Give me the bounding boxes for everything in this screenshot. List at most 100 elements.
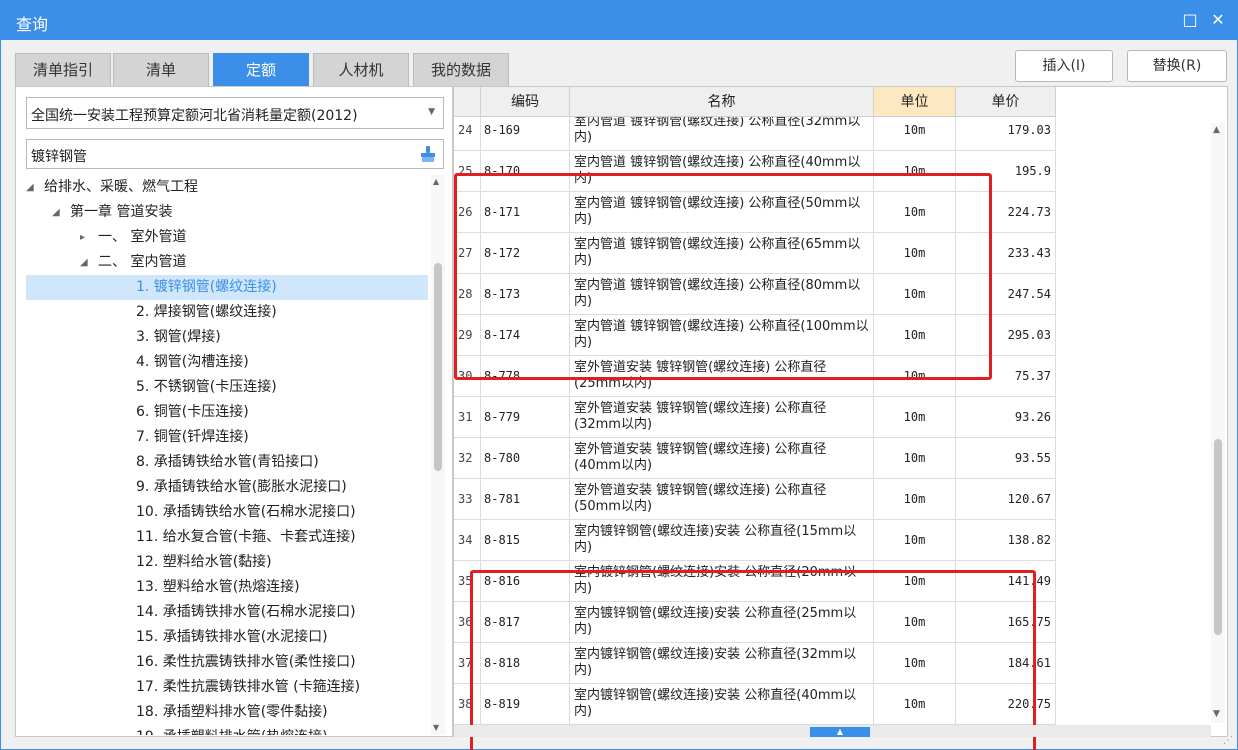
quota-code: 8-779	[481, 397, 570, 438]
window-title: 查询	[16, 15, 49, 34]
tree-item-label: 1. 镀锌钢管(螺纹连接)	[136, 279, 277, 295]
expand-arrow-icon[interactable]: ▸	[80, 225, 85, 250]
chevron-down-icon[interactable]: ▼	[428, 107, 435, 117]
tree-item[interactable]: 3. 钢管(焊接)	[26, 325, 428, 350]
tree-item[interactable]: ◢ 二、 室内管道	[26, 250, 428, 275]
quota-name: 室内管道 镀锌钢管(螺纹连接) 公称直径(32mm以内)	[570, 117, 874, 151]
quota-code: 8-815	[481, 520, 570, 561]
tree-item[interactable]: 16. 柔性抗震铸铁排水管(柔性接口)	[26, 650, 428, 675]
tree-item-label: 14. 承插铸铁排水管(石棉水泥接口)	[136, 604, 356, 620]
tab-quota[interactable]: 定额	[213, 53, 309, 87]
header-name[interactable]: 名称	[570, 87, 874, 117]
dialog-body: 清单指引 清单 定额 人材机 我的数据 插入(I) 替换(R) 全国统一安装工程…	[0, 40, 1238, 750]
tree-item-label: 13. 塑料给水管(热熔连接)	[136, 579, 300, 595]
quota-price: 93.55	[956, 438, 1056, 479]
resize-grip-icon[interactable]: ⋰	[1223, 735, 1233, 746]
filter-brush-icon[interactable]	[419, 145, 437, 163]
tab-my-data[interactable]: 我的数据	[413, 53, 509, 87]
tree-item-label: 5. 不锈钢管(卡压连接)	[136, 379, 277, 395]
quota-name: 室外管道安装 镀锌钢管(螺纹连接) 公称直径(40mm以内)	[570, 438, 874, 479]
quota-code: 8-169	[481, 117, 570, 151]
close-icon[interactable]: ✕	[1206, 8, 1230, 32]
row-index: 31	[454, 397, 481, 438]
tree-item[interactable]: 12. 塑料给水管(黏接)	[26, 550, 428, 575]
row-index: 33	[454, 479, 481, 520]
row-index: 24	[454, 117, 481, 151]
quota-name: 室外管道安装 镀锌钢管(螺纹连接) 公称直径(50mm以内)	[570, 479, 874, 520]
tree-item-label: 11. 给水复合管(卡箍、卡套式连接)	[136, 529, 356, 545]
table-row[interactable]: 31 8-779 室外管道安装 镀锌钢管(螺纹连接) 公称直径(32mm以内) 10m…	[454, 397, 1056, 438]
grid-scroll-thumb[interactable]	[1214, 439, 1222, 635]
tab-bill[interactable]: 清单	[113, 53, 209, 87]
collapse-arrow-icon[interactable]: ◢	[80, 250, 88, 275]
tree-item-label: 16. 柔性抗震铸铁排水管(柔性接口)	[136, 654, 356, 670]
tree-item[interactable]: 10. 承插铸铁给水管(石棉水泥接口)	[26, 500, 428, 525]
tree-item-label: 第一章 管道安装	[70, 204, 173, 220]
tree-item-label: 18. 承插塑料排水管(零件黏接)	[136, 704, 328, 720]
table-row[interactable]: 33 8-781 室外管道安装 镀锌钢管(螺纹连接) 公称直径(50mm以内) 10m…	[454, 479, 1056, 520]
quota-price: 93.26	[956, 397, 1056, 438]
tree-item[interactable]: 1. 镀锌钢管(螺纹连接)	[26, 275, 428, 300]
tree-item-label: 二、 室内管道	[98, 254, 187, 270]
tree-item[interactable]: ▸ 一、 室外管道	[26, 225, 428, 250]
expand-panel-icon[interactable]: ▲	[810, 727, 870, 737]
tree-item[interactable]: 6. 铜管(卡压连接)	[26, 400, 428, 425]
tree-item[interactable]: 7. 铜管(钎焊连接)	[26, 425, 428, 450]
tree-item[interactable]: 2. 焊接钢管(螺纹连接)	[26, 300, 428, 325]
tree-item-label: 4. 钢管(沟槽连接)	[136, 354, 249, 370]
tab-labor-material-machine[interactable]: 人材机	[313, 53, 409, 87]
scroll-up-icon[interactable]: ▲	[433, 177, 439, 186]
tree-item[interactable]: ◢ 给排水、采暖、燃气工程	[26, 175, 428, 200]
tree-item-label: 10. 承插铸铁给水管(石棉水泥接口)	[136, 504, 356, 520]
replace-button[interactable]: 替换(R)	[1127, 50, 1227, 82]
tree-scroll-thumb[interactable]	[434, 263, 442, 471]
tree-item[interactable]: 13. 塑料给水管(热熔连接)	[26, 575, 428, 600]
tree-item[interactable]: 8. 承插铸铁给水管(青铅接口)	[26, 450, 428, 475]
quota-code: 8-780	[481, 438, 570, 479]
search-value: 镀锌钢管	[31, 149, 87, 165]
quota-price: 179.03	[956, 117, 1056, 151]
search-input[interactable]: 镀锌钢管	[26, 139, 444, 169]
tree-item-label: 17. 柔性抗震铸铁排水管 (卡箍连接)	[136, 679, 361, 695]
quota-name: 室外管道安装 镀锌钢管(螺纹连接) 公称直径(32mm以内)	[570, 397, 874, 438]
quota-unit: 10m	[874, 438, 956, 479]
scroll-down-icon[interactable]: ▼	[433, 723, 439, 732]
table-row[interactable]: 34 8-815 室内镀锌钢管(螺纹连接)安装 公称直径(15mm以内) 10m 138…	[454, 520, 1056, 561]
grid-scrollbar[interactable]: ▲ ▼	[1211, 123, 1225, 723]
tree-item[interactable]: 9. 承插铸铁给水管(膨胀水泥接口)	[26, 475, 428, 500]
table-row[interactable]: 32 8-780 室外管道安装 镀锌钢管(螺纹连接) 公称直径(40mm以内) 10m…	[454, 438, 1056, 479]
tree-item[interactable]: 17. 柔性抗震铸铁排水管 (卡箍连接)	[26, 675, 428, 700]
quota-price: 120.67	[956, 479, 1056, 520]
tree-item[interactable]: 15. 承插铸铁排水管(水泥接口)	[26, 625, 428, 650]
tree-item-label: 一、 室外管道	[98, 229, 187, 245]
table-row[interactable]: 24 8-169 室内管道 镀锌钢管(螺纹连接) 公称直径(32mm以内) 10m 17…	[454, 117, 1056, 151]
grid-bottom-bar: ▲	[454, 725, 1211, 737]
tree-scrollbar[interactable]: ▲ ▼	[431, 175, 445, 735]
collapse-arrow-icon[interactable]: ◢	[52, 200, 60, 225]
quota-unit: 10m	[874, 117, 956, 151]
header-unit[interactable]: 单位	[874, 87, 956, 117]
tree-item[interactable]: 19. 承插塑料排水管(热熔连接)	[26, 725, 428, 735]
tab-bill-guide[interactable]: 清单指引	[15, 53, 111, 87]
restore-icon[interactable]: □	[1178, 8, 1202, 32]
header-price[interactable]: 单价	[956, 87, 1056, 117]
tree-item[interactable]: 14. 承插铸铁排水管(石棉水泥接口)	[26, 600, 428, 625]
header-code[interactable]: 编码	[481, 87, 570, 117]
tree-item-label: 19. 承插塑料排水管(热熔连接)	[136, 725, 328, 735]
tree-item[interactable]: 5. 不锈钢管(卡压连接)	[26, 375, 428, 400]
quota-unit: 10m	[874, 397, 956, 438]
insert-button[interactable]: 插入(I)	[1015, 50, 1113, 82]
scroll-up-icon[interactable]: ▲	[1213, 125, 1220, 135]
tree-item-label: 2. 焊接钢管(螺纹连接)	[136, 304, 277, 320]
tree-item[interactable]: ◢ 第一章 管道安装	[26, 200, 428, 225]
tree-item[interactable]: 4. 钢管(沟槽连接)	[26, 350, 428, 375]
collapse-arrow-icon[interactable]: ◢	[26, 175, 34, 200]
scroll-down-icon[interactable]: ▼	[1213, 709, 1220, 719]
quota-library-select[interactable]: 全国统一安装工程预算定额河北省消耗量定额(2012) ▼	[26, 97, 444, 129]
quota-name: 室内镀锌钢管(螺纹连接)安装 公称直径(15mm以内)	[570, 520, 874, 561]
title-bar: 查询 □ ✕	[0, 0, 1238, 40]
highlight-box-indoor-galvanized-install	[470, 570, 1036, 750]
tree-item[interactable]: 11. 给水复合管(卡箍、卡套式连接)	[26, 525, 428, 550]
tree-item[interactable]: 18. 承插塑料排水管(零件黏接)	[26, 700, 428, 725]
tree-item-label: 给排水、采暖、燃气工程	[44, 179, 198, 195]
